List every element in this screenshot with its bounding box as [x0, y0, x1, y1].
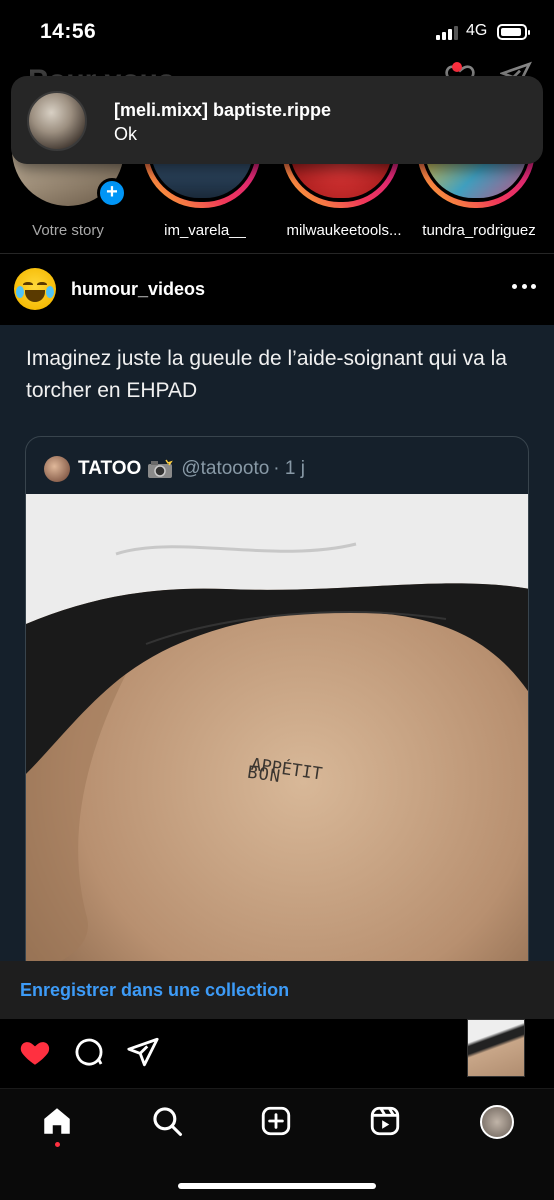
save-to-collection-link[interactable]: Enregistrer dans une collection: [20, 980, 289, 1001]
story-label: milwaukeetools...: [286, 222, 402, 239]
home-indicator: [178, 1183, 376, 1189]
quoted-avatar: [44, 456, 70, 482]
home-icon: [44, 1108, 70, 1134]
photo-illustration: BON APPÉTIT: [26, 494, 528, 974]
more-options-icon[interactable]: [512, 284, 536, 292]
add-story-icon[interactable]: +: [97, 178, 127, 208]
post-actions: [0, 1019, 554, 1089]
tab-profile-avatar[interactable]: [480, 1105, 514, 1139]
battery-icon: [497, 24, 530, 40]
add-post-icon: [261, 1106, 291, 1136]
quoted-tweet: TATOO @tatoooto · 1 j BON APPÉTIT: [25, 436, 529, 976]
quoted-handle: @tatoooto: [181, 458, 270, 479]
divider: [0, 253, 554, 254]
notification-banner[interactable]: [meli.mixx] baptiste.rippe Ok: [11, 76, 543, 164]
story-label: im_varela__: [164, 222, 246, 239]
tweet-text: Imaginez juste la gueule de l’aide-soign…: [26, 347, 507, 402]
network-label: 4G: [466, 22, 488, 39]
notification-title: [meli.mixx] baptiste.rippe: [114, 100, 332, 120]
post-author-avatar[interactable]: [14, 268, 56, 310]
notification-body: Ok: [114, 124, 138, 144]
home-notification-dot: [55, 1142, 60, 1147]
post-media[interactable]: Imaginez juste la gueule de l’aide-soign…: [0, 325, 554, 976]
reels-icon: [370, 1106, 400, 1136]
tab-create[interactable]: [259, 1104, 299, 1144]
tab-reels[interactable]: [368, 1104, 408, 1144]
tab-home[interactable]: [40, 1104, 80, 1144]
post-username[interactable]: humour_videos: [71, 279, 205, 300]
quoted-photo[interactable]: BON APPÉTIT: [26, 494, 528, 974]
stories-tray: + Votre story im_varela__ milwaukeetools…: [0, 150, 554, 255]
signal-icon: [436, 24, 462, 40]
collection-thumbnail[interactable]: [467, 1019, 525, 1077]
story-label: Votre story: [32, 222, 104, 239]
share-icon[interactable]: [126, 1035, 160, 1069]
status-time: 14:56: [40, 20, 97, 43]
notification-avatar: [27, 91, 87, 151]
save-to-collection-bar[interactable]: Enregistrer dans une collection: [0, 961, 554, 1019]
post-header: humour_videos: [0, 264, 554, 320]
story-label: tundra_rodriguez: [422, 222, 536, 239]
search-icon: [153, 1107, 183, 1137]
status-bar: 14:56 4G: [0, 0, 554, 64]
like-heart-icon[interactable]: [18, 1035, 52, 1069]
quoted-name: TATOO: [78, 458, 142, 479]
tab-search[interactable]: [150, 1104, 190, 1144]
quoted-time: · 1 j: [273, 458, 305, 479]
quoted-tweet-header: TATOO @tatoooto · 1 j: [44, 455, 305, 483]
comment-icon[interactable]: [72, 1035, 106, 1069]
activity-dot: [452, 62, 462, 72]
camera-flash-icon: [148, 459, 174, 478]
